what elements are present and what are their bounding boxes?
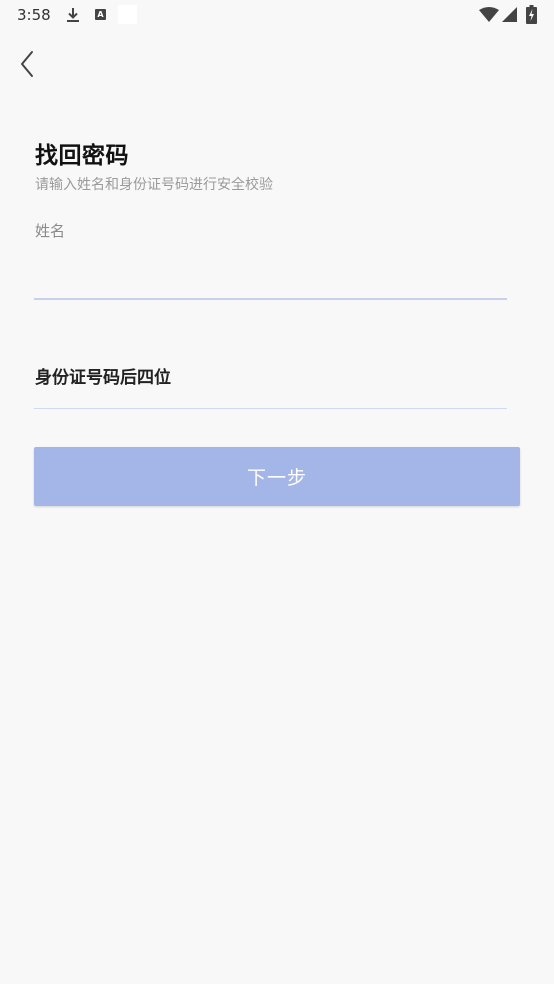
wifi-icon	[479, 7, 499, 22]
name-input-underline	[34, 298, 507, 300]
page-title: 找回密码	[35, 143, 129, 169]
name-input[interactable]	[34, 252, 507, 298]
signal-icon	[502, 7, 517, 22]
a-badge-icon: A	[95, 9, 106, 20]
download-icon	[67, 8, 79, 22]
id-last-four-input[interactable]	[34, 358, 507, 398]
battery-charging-icon	[526, 5, 537, 24]
name-field-label: 姓名	[35, 222, 66, 240]
id-input-underline	[34, 408, 507, 409]
notification-square-icon	[118, 5, 137, 24]
status-time: 3:58	[17, 6, 51, 24]
status-bar: 3:58 A	[0, 0, 554, 30]
back-chevron-icon[interactable]	[14, 48, 44, 80]
next-step-button[interactable]: 下一步	[34, 447, 520, 506]
page-subtitle: 请输入姓名和身份证号码进行安全校验	[35, 177, 273, 193]
